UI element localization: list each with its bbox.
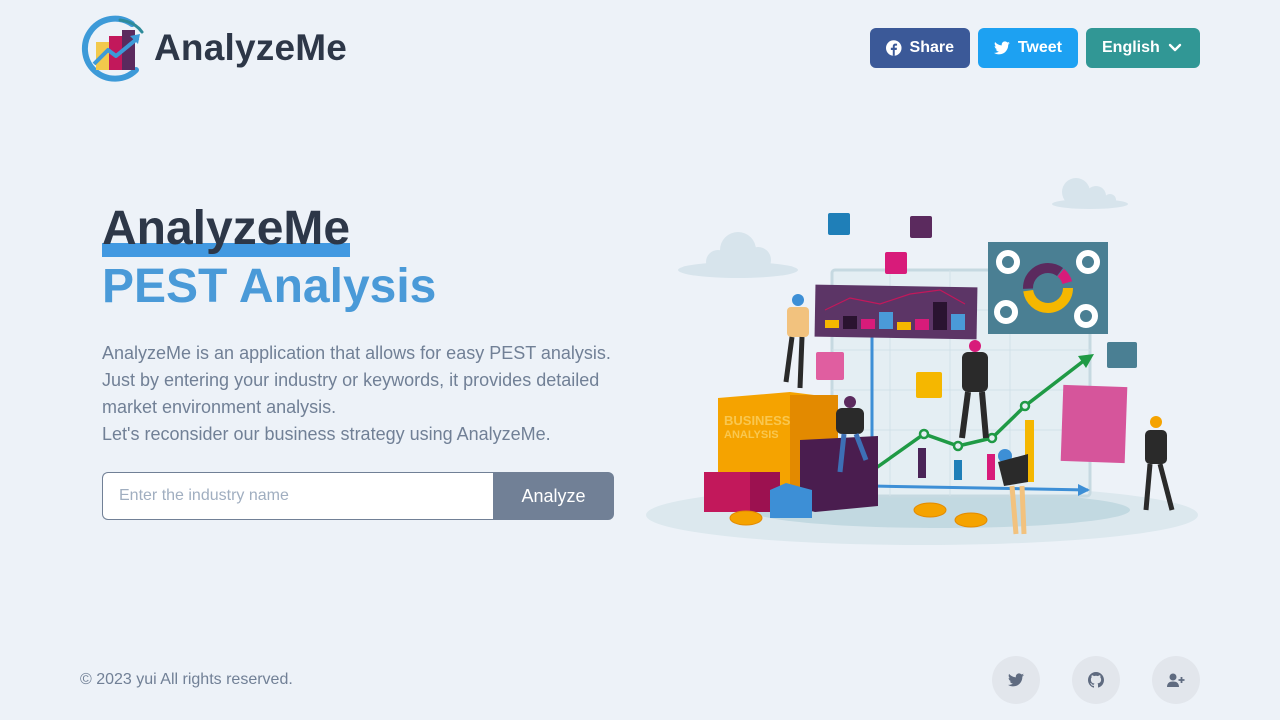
chevron-down-icon [1168,43,1181,52]
profile-card-icon [828,213,850,235]
star-icon [916,372,942,398]
person-figure [1143,416,1175,511]
brand[interactable]: AnalyzeMe [80,14,347,82]
cloud-icon [678,232,798,278]
industry-name-input[interactable] [102,472,493,520]
header-actions: Share Tweet English [870,28,1200,68]
location-pin-icon [816,352,844,380]
business-analysis-illustration: BUSINESS ANALYSIS [646,178,1198,545]
github-icon [1088,672,1104,688]
header: AnalyzeMe Share Tweet English [80,14,1200,82]
tweet-label: Tweet [1017,39,1062,56]
twitter-icon [1008,673,1024,687]
user-plus-icon [1167,673,1185,687]
language-label: English [1102,39,1160,56]
donut-dashboard-panel [988,242,1108,334]
footer-twitter-link[interactable] [992,656,1040,704]
block-text: ANALYSIS [724,429,779,441]
hero-description: AnalyzeMe is an application that allows … [102,340,622,448]
description-line: market environment analysis. [102,397,337,417]
footer-follow-link[interactable] [1152,656,1200,704]
profile-card-icon [885,252,907,274]
gear-icon [1107,342,1137,368]
tweet-button[interactable]: Tweet [978,28,1078,68]
description-line: Let's reconsider our business strategy u… [102,424,551,444]
description-line: Just by entering your industry or keywor… [102,370,600,390]
twitter-icon [994,41,1010,55]
coin-icon [913,502,947,518]
analyze-button[interactable]: Analyze [493,472,614,520]
bar-chart-panel [814,284,978,340]
org-chart-panel [1060,384,1128,464]
footer: © 2023 yui All rights reserved. [80,656,1200,704]
footer-social-links [992,656,1200,704]
industry-search-form: Analyze [102,472,614,520]
logo-icon [81,15,144,82]
facebook-icon [886,40,902,56]
cloud-icon [1052,178,1128,209]
language-select[interactable]: English [1086,28,1200,68]
hero-title-brand: AnalyzeMe [102,200,351,258]
hero-section: AnalyzeMe PEST Analysis AnalyzeMe is an … [102,200,622,520]
share-label: Share [909,39,954,56]
brand-name: AnalyzeMe [154,27,348,68]
hero-title: AnalyzeMe PEST Analysis [102,200,622,316]
profile-card-icon [910,216,932,238]
coin-icon [954,512,988,528]
person-figure [783,294,809,389]
copyright-text: © 2023 yui All rights reserved. [80,671,293,688]
description-line: AnalyzeMe is an application that allows … [102,343,611,363]
hero-title-subtitle: PEST Analysis [102,260,437,313]
block-text: BUSINESS [724,413,791,428]
facebook-share-button[interactable]: Share [870,28,970,68]
coin-icon [729,510,763,526]
footer-github-link[interactable] [1072,656,1120,704]
